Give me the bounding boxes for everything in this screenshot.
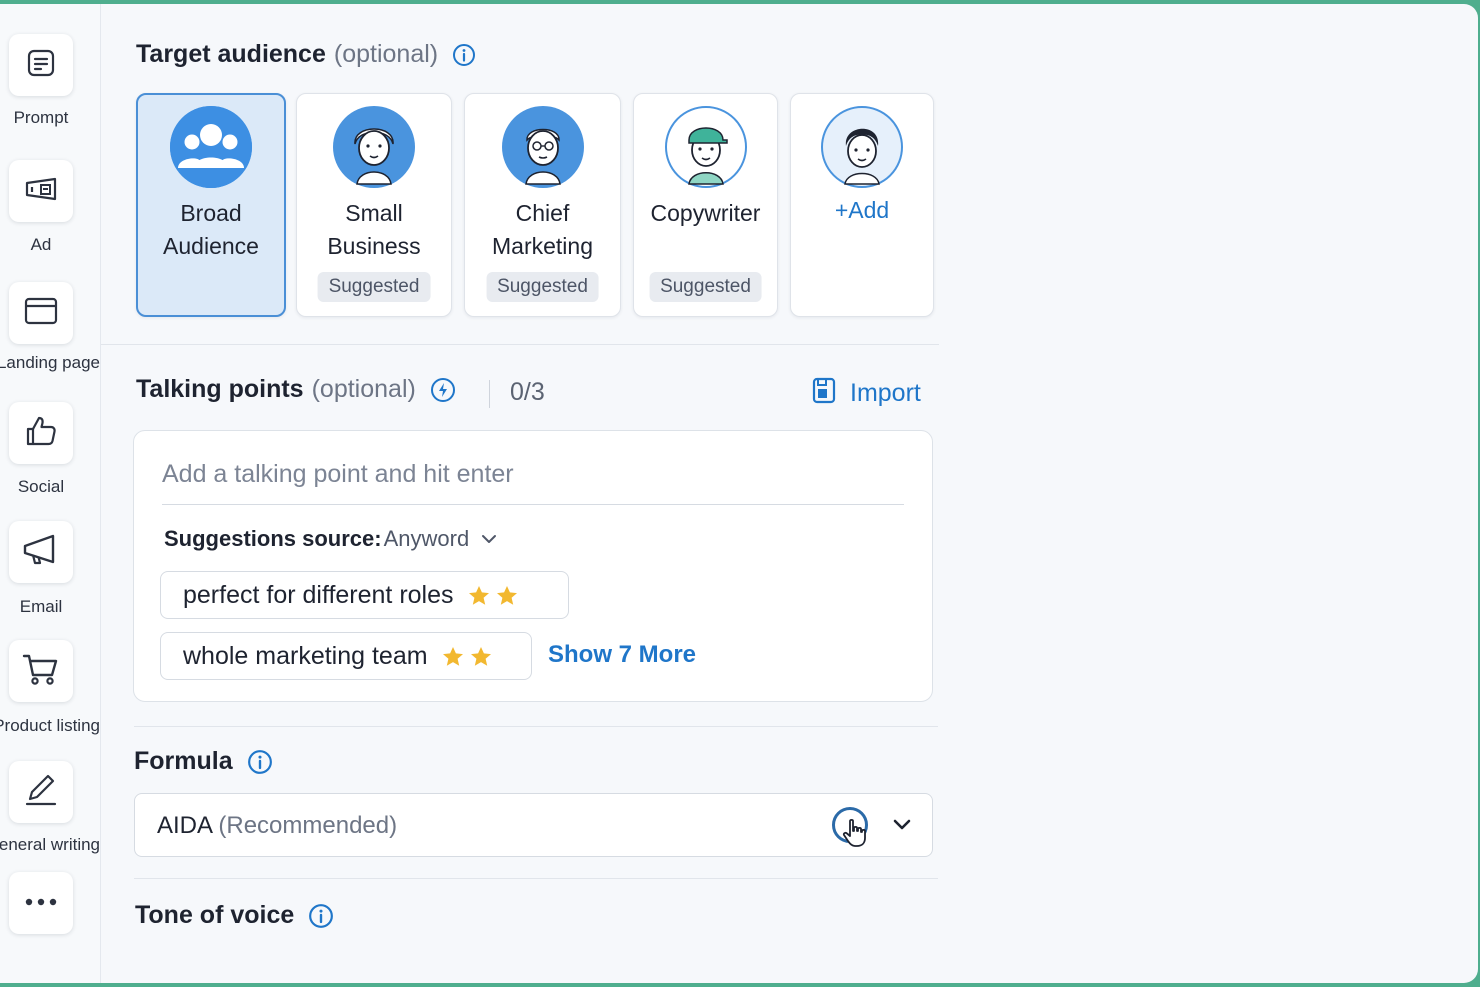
formula-value-note: (Recommended) <box>218 812 398 839</box>
chevron-down-icon[interactable] <box>891 814 913 841</box>
audience-card-name: Copywriter <box>650 200 761 226</box>
hand-cursor-icon <box>842 818 868 853</box>
suggestion-text: whole marketing team <box>183 641 428 670</box>
target-audience-title: Target audience <box>136 40 326 68</box>
formula-select[interactable]: AIDA (Recommended) <box>134 793 933 857</box>
formula-value: AIDA (Recommended) <box>157 812 397 840</box>
talking-point-input[interactable] <box>162 445 904 505</box>
talking-points-heading: Talking points (optional) <box>136 375 456 404</box>
audience-card-name: Broad Audience <box>163 200 259 259</box>
add-audience-label[interactable]: +Add <box>791 197 933 224</box>
avatar <box>333 106 415 188</box>
formula-value-name: AIDA <box>157 812 212 839</box>
audience-card-name: Small Business <box>327 200 421 259</box>
group-icon <box>170 106 252 188</box>
suggested-badge: Suggested <box>317 272 431 302</box>
section-divider <box>101 344 939 345</box>
audience-card-small-business[interactable]: Small Business Suggested <box>296 93 452 317</box>
talking-points-optional: (optional) <box>311 375 416 403</box>
suggestions-source-label: Suggestions source: <box>164 526 382 551</box>
counter-separator <box>489 380 490 408</box>
star-icon <box>496 585 517 605</box>
audience-card-copywriter[interactable]: Copywriter Suggested <box>633 93 778 317</box>
suggestion-chip[interactable]: perfect for different roles <box>160 571 569 619</box>
star-icon <box>442 646 463 666</box>
show-more-link[interactable]: Show 7 More <box>548 641 696 669</box>
avatar <box>664 106 747 188</box>
tone-of-voice-heading: Tone of voice <box>135 901 334 930</box>
section-divider <box>134 878 938 879</box>
talking-points-title: Talking points <box>136 375 304 403</box>
info-icon[interactable] <box>308 903 334 929</box>
target-audience-optional: (optional) <box>333 40 439 68</box>
info-icon[interactable] <box>452 43 476 67</box>
add-audience-card[interactable]: +Add <box>790 93 934 317</box>
import-icon <box>812 376 836 411</box>
import-button[interactable]: Import <box>812 376 921 411</box>
formula-title: Formula <box>134 747 233 775</box>
star-icon <box>470 646 491 666</box>
app-frame: Prompt Ad Landing page Social Email Prod… <box>0 4 1478 983</box>
main-content: Target audience (optional) Broad Audienc… <box>0 4 1478 983</box>
suggested-badge: Suggested <box>649 272 762 302</box>
import-label: Import <box>850 379 921 407</box>
chevron-down-icon[interactable] <box>481 534 497 544</box>
audience-card-broad-audience[interactable]: Broad Audience <box>136 93 286 317</box>
section-divider <box>134 726 938 727</box>
talking-points-counter: 0/3 <box>510 378 545 406</box>
formula-heading: Formula <box>134 747 273 776</box>
talking-points-box: Suggestions source: Anyword perfect for … <box>133 430 933 702</box>
target-audience-heading: Target audience (optional) <box>136 40 476 69</box>
suggested-badge: Suggested <box>486 272 599 302</box>
audience-card-chief-marketing[interactable]: Chief Marketing Suggested <box>464 93 621 317</box>
stars-rating <box>468 585 518 606</box>
avatar <box>821 106 903 188</box>
info-icon[interactable] <box>247 749 273 775</box>
suggestion-text: perfect for different roles <box>183 580 454 609</box>
avatar <box>501 106 584 188</box>
suggestions-source[interactable]: Suggestions source: Anyword <box>164 526 497 552</box>
audience-card-name: Chief Marketing <box>492 200 593 259</box>
tone-of-voice-title: Tone of voice <box>135 901 295 929</box>
stars-rating <box>442 646 492 667</box>
star-icon <box>468 585 489 605</box>
suggestion-chip[interactable]: whole marketing team <box>160 632 532 680</box>
lightning-icon[interactable] <box>430 377 456 403</box>
suggestions-source-value[interactable]: Anyword <box>384 526 470 552</box>
